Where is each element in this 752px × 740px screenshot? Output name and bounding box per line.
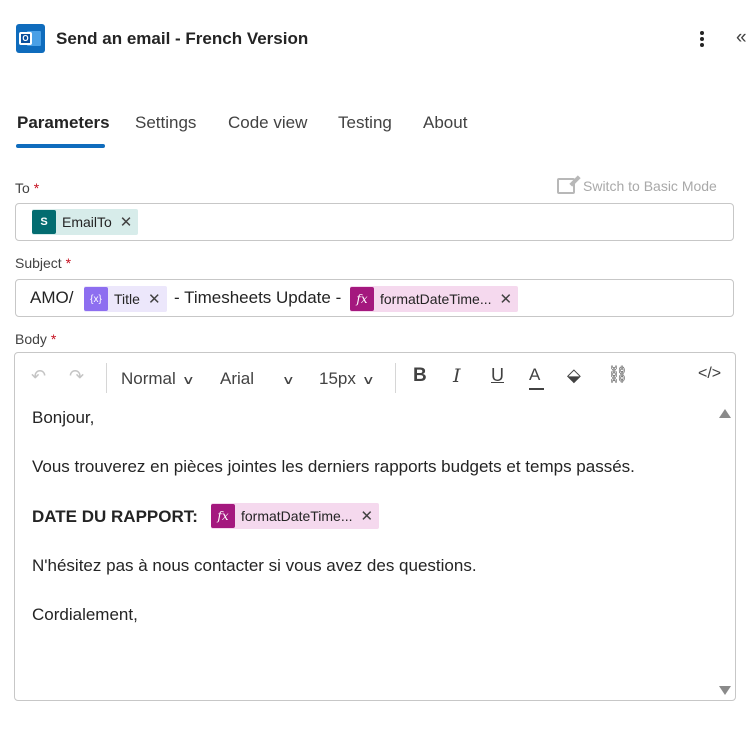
chevron-down-icon: ∨ (181, 373, 195, 387)
tab-about[interactable]: About (423, 113, 467, 133)
token-title[interactable]: {x} Title ✕ (84, 286, 167, 312)
link-icon[interactable]: ⛓ (607, 365, 629, 385)
font-color-icon[interactable]: A (529, 365, 544, 390)
body-intro: Vous trouverez en pièces jointes les der… (32, 457, 635, 476)
tab-code-view[interactable]: Code view (228, 113, 307, 133)
tab-testing[interactable]: Testing (338, 113, 392, 133)
tab-settings[interactable]: Settings (135, 113, 196, 133)
subject-prefix-text: AMO/ (30, 288, 74, 307)
function-icon: fx (211, 504, 235, 528)
collapse-panel-icon[interactable]: « (736, 25, 752, 51)
subject-middle-text: - Timesheets Update - (174, 288, 342, 307)
editor-toolbar: ↶ ↷ Normal ∨ Arial ∨ 15px ∨ B I U A ⬙ ⛓ </> (15, 353, 735, 403)
remove-token-icon[interactable]: ✕ (361, 507, 374, 525)
to-label: To * (15, 180, 40, 196)
remove-token-icon[interactable]: ✕ (500, 290, 513, 308)
sharepoint-icon: S (32, 210, 56, 234)
body-date-label: DATE DU RAPPORT: (32, 507, 198, 526)
undo-icon[interactable]: ↶ (31, 366, 46, 387)
outlook-icon: O (16, 24, 45, 53)
font-family-dropdown[interactable]: Arial ∨ (220, 369, 296, 389)
remove-token-icon[interactable]: ✕ (120, 213, 133, 231)
bold-icon[interactable]: B (413, 365, 427, 387)
more-options-icon[interactable] (692, 26, 712, 52)
paragraph-style-dropdown[interactable]: Normal ∨ (121, 369, 195, 389)
edit-mode-icon (557, 178, 575, 194)
body-contact: N'hésitez pas à nous contacter si vous a… (32, 556, 477, 575)
redo-icon[interactable]: ↷ (69, 366, 84, 387)
font-size-dropdown[interactable]: 15px ∨ (319, 369, 375, 389)
active-tab-indicator (16, 144, 105, 148)
token-formatdatetime-subject[interactable]: fx formatDateTime... ✕ (350, 286, 519, 312)
editor-scrollbar[interactable] (715, 405, 733, 699)
remove-token-icon[interactable]: ✕ (148, 290, 161, 308)
action-title[interactable]: Send an email - French Version (56, 29, 308, 49)
highlight-color-icon[interactable]: ⬙ (567, 365, 581, 386)
chevron-down-icon: ∨ (361, 373, 375, 387)
italic-icon[interactable]: I (453, 365, 461, 387)
switch-to-basic-mode-button[interactable]: Switch to Basic Mode (557, 178, 717, 194)
tab-parameters[interactable]: Parameters (17, 113, 110, 133)
scroll-down-icon[interactable] (719, 686, 731, 695)
scroll-up-icon[interactable] (719, 409, 731, 418)
token-formatdatetime-body[interactable]: fx formatDateTime... ✕ (211, 503, 380, 529)
chevron-down-icon: ∨ (281, 373, 296, 387)
code-view-icon[interactable]: </> (698, 365, 721, 383)
body-label: Body * (15, 331, 57, 347)
body-greeting: Bonjour, (32, 408, 95, 427)
token-emailto[interactable]: S EmailTo ✕ (32, 209, 139, 235)
body-closing: Cordialement, (32, 605, 138, 624)
variable-icon: {x} (84, 287, 108, 311)
panel-header: O Send an email - French Version « (0, 0, 752, 78)
subject-label: Subject * (15, 255, 72, 271)
underline-icon[interactable]: U (491, 365, 504, 386)
function-icon: fx (350, 287, 374, 311)
